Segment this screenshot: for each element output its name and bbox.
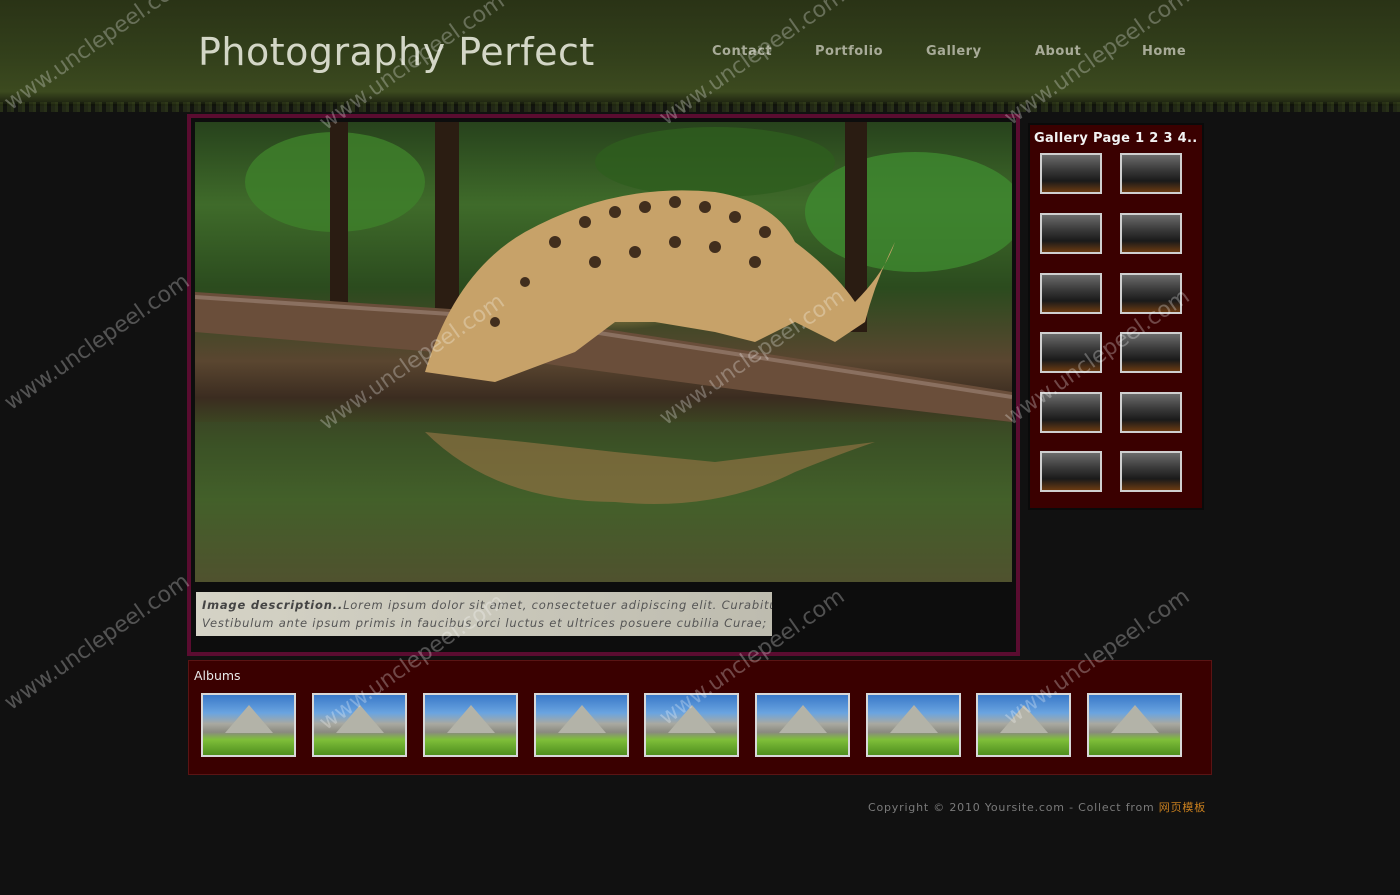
gallery-title-label: Gallery Page: [1034, 131, 1131, 146]
footer-copyright-text: Copyright © 2010 Yoursite.com - Collect …: [868, 801, 1159, 814]
jaguar-illustration: [195, 122, 1012, 582]
gallery-thumb[interactable]: [1120, 392, 1182, 433]
nav-contact[interactable]: Contact: [712, 44, 772, 59]
gallery-page-1[interactable]: 1: [1135, 131, 1144, 146]
albums-panel: Albums: [188, 660, 1212, 775]
footer-copyright: Copyright © 2010 Yoursite.com - Collect …: [868, 799, 1206, 815]
gallery-thumb[interactable]: [1040, 451, 1102, 492]
gallery-thumb[interactable]: [1120, 451, 1182, 492]
gallery-thumb[interactable]: [1120, 213, 1182, 254]
caption-text: Lorem ipsum dolor sit amet, consectetuer…: [343, 598, 772, 612]
gallery-thumb[interactable]: [1040, 273, 1102, 314]
gallery-page-3[interactable]: 3: [1163, 131, 1172, 146]
album-thumb[interactable]: [201, 693, 296, 757]
album-thumb[interactable]: [976, 693, 1071, 757]
gallery-panel: Gallery Page 1 2 3 4..: [1028, 123, 1204, 510]
nav-about[interactable]: About: [1035, 44, 1081, 59]
nav-portfolio[interactable]: Portfolio: [815, 44, 883, 59]
album-thumb[interactable]: [423, 693, 518, 757]
gallery-thumb[interactable]: [1040, 213, 1102, 254]
site-header: Photography Perfect Contact Portfolio Ga…: [0, 0, 1400, 112]
album-thumb[interactable]: [1087, 693, 1182, 757]
caption-text-2: Vestibulum ante ipsum primis in faucibus…: [202, 616, 768, 630]
album-thumb[interactable]: [312, 693, 407, 757]
album-thumb[interactable]: [534, 693, 629, 757]
main-photo-jaguar: [195, 122, 1012, 582]
gallery-thumb[interactable]: [1040, 332, 1102, 373]
gallery-thumb[interactable]: [1120, 273, 1182, 314]
nav-home[interactable]: Home: [1142, 44, 1186, 59]
main-photo-frame: Image description..Lorem ipsum dolor sit…: [187, 114, 1020, 656]
gallery-thumb[interactable]: [1040, 392, 1102, 433]
album-thumb[interactable]: [755, 693, 850, 757]
caption-lead: Image description..: [202, 598, 344, 612]
footer-link[interactable]: 网页模板: [1159, 801, 1206, 814]
image-caption: Image description..Lorem ipsum dolor sit…: [196, 592, 772, 636]
gallery-title: Gallery Page 1 2 3 4..: [1034, 131, 1197, 146]
album-thumb[interactable]: [644, 693, 739, 757]
nav-gallery[interactable]: Gallery: [926, 44, 982, 59]
gallery-thumb[interactable]: [1040, 153, 1102, 194]
gallery-thumb[interactable]: [1120, 332, 1182, 373]
gallery-thumb[interactable]: [1120, 153, 1182, 194]
watermark-text: www.unclepeel.com: [0, 568, 195, 716]
gallery-page-2[interactable]: 2: [1149, 131, 1158, 146]
album-thumb[interactable]: [866, 693, 961, 757]
main-nav: Contact Portfolio Gallery About Home: [0, 44, 1400, 64]
watermark-text: www.unclepeel.com: [0, 268, 195, 416]
gallery-page-4[interactable]: 4..: [1178, 131, 1198, 146]
albums-title: Albums: [194, 668, 241, 683]
